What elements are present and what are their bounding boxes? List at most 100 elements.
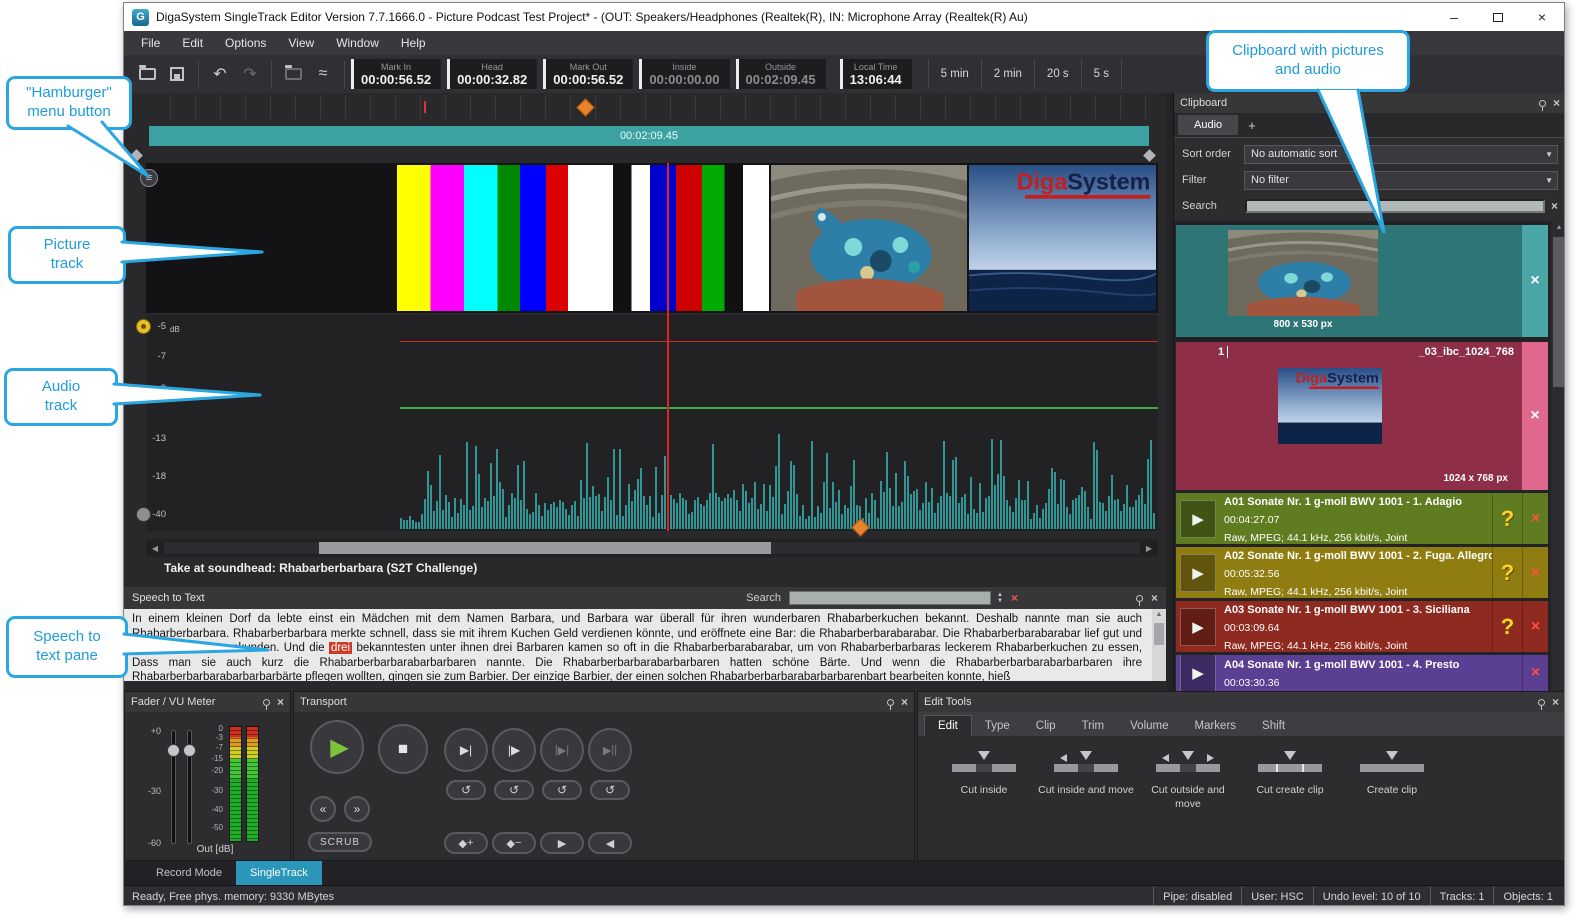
tab-record-mode[interactable]: Record Mode xyxy=(142,861,236,885)
help-icon[interactable]: ? xyxy=(1492,547,1522,598)
clipboard-picture-item[interactable]: 800 x 530 px × xyxy=(1176,225,1548,337)
loop-button[interactable]: ↺ xyxy=(446,780,486,800)
play-outside-button[interactable]: ▶|| xyxy=(588,728,632,772)
remove-item-button[interactable]: × xyxy=(1522,342,1548,490)
menu-file[interactable]: File xyxy=(130,31,171,55)
tab-singletrack[interactable]: SingleTrack xyxy=(236,861,322,885)
scrollbar-thumb[interactable] xyxy=(1553,237,1565,387)
volume-envelope-line[interactable] xyxy=(400,407,1158,409)
menu-help[interactable]: Help xyxy=(390,31,437,55)
play-inside-button[interactable]: |▶| xyxy=(540,728,584,772)
fader-thumb[interactable] xyxy=(183,744,196,757)
mark-in-field[interactable]: Mark In00:00:56.52 xyxy=(351,59,441,89)
stop-button[interactable]: ■ xyxy=(378,724,428,774)
menu-window[interactable]: Window xyxy=(325,31,390,55)
inside-field[interactable]: Inside00:00:00.00 xyxy=(639,59,729,89)
clipboard-scrollbar[interactable]: ▲ xyxy=(1551,221,1565,691)
undo-button[interactable]: ↶ xyxy=(205,60,235,88)
remove-item-button[interactable]: × xyxy=(1522,547,1548,598)
pin-icon[interactable] xyxy=(1538,699,1545,706)
timeline-ruler[interactable] xyxy=(146,95,1158,119)
remove-item-button[interactable]: × xyxy=(1522,655,1548,691)
tab-shift[interactable]: Shift xyxy=(1249,716,1298,736)
clipboard-audio-item[interactable]: ▶ A02 Sonate Nr. 1 g-moll BWV 1001 - 2. … xyxy=(1176,547,1548,598)
create-clip-tool[interactable]: Create clip xyxy=(1344,748,1440,811)
search-prev-next-icons[interactable]: ▲▼ xyxy=(997,592,1003,604)
scrollbar-thumb[interactable] xyxy=(1154,623,1164,645)
loop-button[interactable]: ↺ xyxy=(494,780,534,800)
scroll-up-icon[interactable]: ▲ xyxy=(1156,609,1163,621)
tab-type[interactable]: Type xyxy=(972,716,1023,736)
remove-marker-button[interactable]: ◆− xyxy=(492,832,536,854)
rewind-button[interactable]: « xyxy=(310,796,336,822)
play-to-mark-button[interactable]: ▶| xyxy=(444,728,488,772)
clipboard-audio-item[interactable]: ▶ A03 Sonate Nr. 1 g-moll BWV 1001 - 3. … xyxy=(1176,601,1548,652)
scroll-right-icon[interactable]: ▶ xyxy=(1140,544,1158,553)
filter-select[interactable]: No filter▼ xyxy=(1244,171,1558,190)
close-panel-icon[interactable]: × xyxy=(1553,96,1560,110)
highlighted-word[interactable]: drei xyxy=(329,642,352,654)
speech-to-text-pane[interactable]: In einem kleinen Dorf da lebte einst ein… xyxy=(124,609,1166,681)
clipboard-audio-item[interactable]: ▶ A04 Sonate Nr. 1 g-moll BWV 1001 - 4. … xyxy=(1176,655,1548,691)
play-item-button[interactable]: ▶ xyxy=(1180,655,1216,691)
tab-trim[interactable]: Trim xyxy=(1069,716,1118,736)
tab-clip[interactable]: Clip xyxy=(1023,716,1069,736)
playhead-line[interactable] xyxy=(667,163,669,531)
menu-options[interactable]: Options xyxy=(214,31,277,55)
help-icon[interactable]: ? xyxy=(1492,493,1522,544)
maximize-button[interactable] xyxy=(1476,3,1520,31)
tab-edit[interactable]: Edit xyxy=(924,715,972,736)
remove-item-button[interactable]: × xyxy=(1522,601,1548,652)
open-button[interactable] xyxy=(132,60,162,88)
cut-inside-move-tool[interactable]: Cut inside and move xyxy=(1038,748,1134,811)
scrollbar-thumb[interactable] xyxy=(319,542,771,554)
sort-order-select[interactable]: No automatic sort▼ xyxy=(1244,145,1558,164)
export-picture-button[interactable] xyxy=(278,60,308,88)
mark-out-field[interactable]: Mark Out00:00:56.52 xyxy=(543,59,633,89)
play-item-button[interactable]: ▶ xyxy=(1180,500,1216,538)
scrollbar-track[interactable] xyxy=(164,542,1140,554)
play-item-button[interactable]: ▶ xyxy=(1180,554,1216,592)
zoom-5min-button[interactable]: 5 min xyxy=(929,59,982,89)
cut-outside-move-tool[interactable]: Cut outside and move xyxy=(1140,748,1236,811)
range-diamond-right-icon[interactable] xyxy=(1143,149,1156,162)
scrub-button[interactable]: SCRUB xyxy=(308,832,372,852)
search-clear-icon[interactable]: × xyxy=(1011,591,1018,605)
close-pane-icon[interactable]: × xyxy=(1151,591,1158,605)
transcript-text[interactable]: In einem kleinen Dorf da lebte einst ein… xyxy=(124,609,1152,681)
menu-edit[interactable]: Edit xyxy=(171,31,214,55)
pin-icon[interactable] xyxy=(263,699,270,706)
zoom-2min-button[interactable]: 2 min xyxy=(982,59,1035,89)
search-clear-icon[interactable]: × xyxy=(1551,199,1558,213)
remove-item-button[interactable]: × xyxy=(1522,493,1548,544)
pin-icon[interactable] xyxy=(1539,100,1546,107)
audio-track[interactable] xyxy=(146,315,1158,531)
save-button[interactable] xyxy=(162,60,192,88)
add-marker-button[interactable]: ◆+ xyxy=(444,832,488,854)
scroll-up-icon[interactable]: ▲ xyxy=(1556,221,1563,235)
head-field[interactable]: Head00:00:32.82 xyxy=(447,59,537,89)
zoom-5s-button[interactable]: 5 s xyxy=(1082,59,1122,89)
track-volume-knob[interactable] xyxy=(136,507,151,522)
add-tab-button[interactable]: + xyxy=(1238,118,1266,133)
cut-create-clip-tool[interactable]: Cut create clip xyxy=(1242,748,1338,811)
remove-item-button[interactable]: × xyxy=(1522,225,1548,337)
clipboard-audio-item[interactable]: ▶ A01 Sonate Nr. 1 g-moll BWV 1001 - 1. … xyxy=(1176,493,1548,544)
timeline-overview-bar[interactable]: 00:02:09.45 xyxy=(149,126,1149,146)
fast-forward-button[interactable]: » xyxy=(344,796,370,822)
fader-thumb[interactable] xyxy=(167,744,180,757)
tab-volume[interactable]: Volume xyxy=(1117,716,1181,736)
s2t-search-input[interactable] xyxy=(789,591,991,605)
help-icon[interactable]: ? xyxy=(1492,601,1522,652)
menu-view[interactable]: View xyxy=(277,31,325,55)
audio-waveform[interactable] xyxy=(400,419,1156,529)
redo-button[interactable]: ↷ xyxy=(235,60,265,88)
close-panel-icon[interactable]: × xyxy=(1552,695,1559,709)
close-panel-icon[interactable]: × xyxy=(901,695,908,709)
audio-routing-button[interactable]: ≈ xyxy=(308,60,338,88)
item-name[interactable]: _03_ibc_1024_768 xyxy=(1419,346,1514,358)
close-panel-icon[interactable]: × xyxy=(277,695,284,709)
picture-track[interactable]: DigaSystem xyxy=(146,163,1158,313)
next-marker-button[interactable]: ▶ xyxy=(540,832,584,854)
tab-audio[interactable]: Audio xyxy=(1178,115,1238,135)
